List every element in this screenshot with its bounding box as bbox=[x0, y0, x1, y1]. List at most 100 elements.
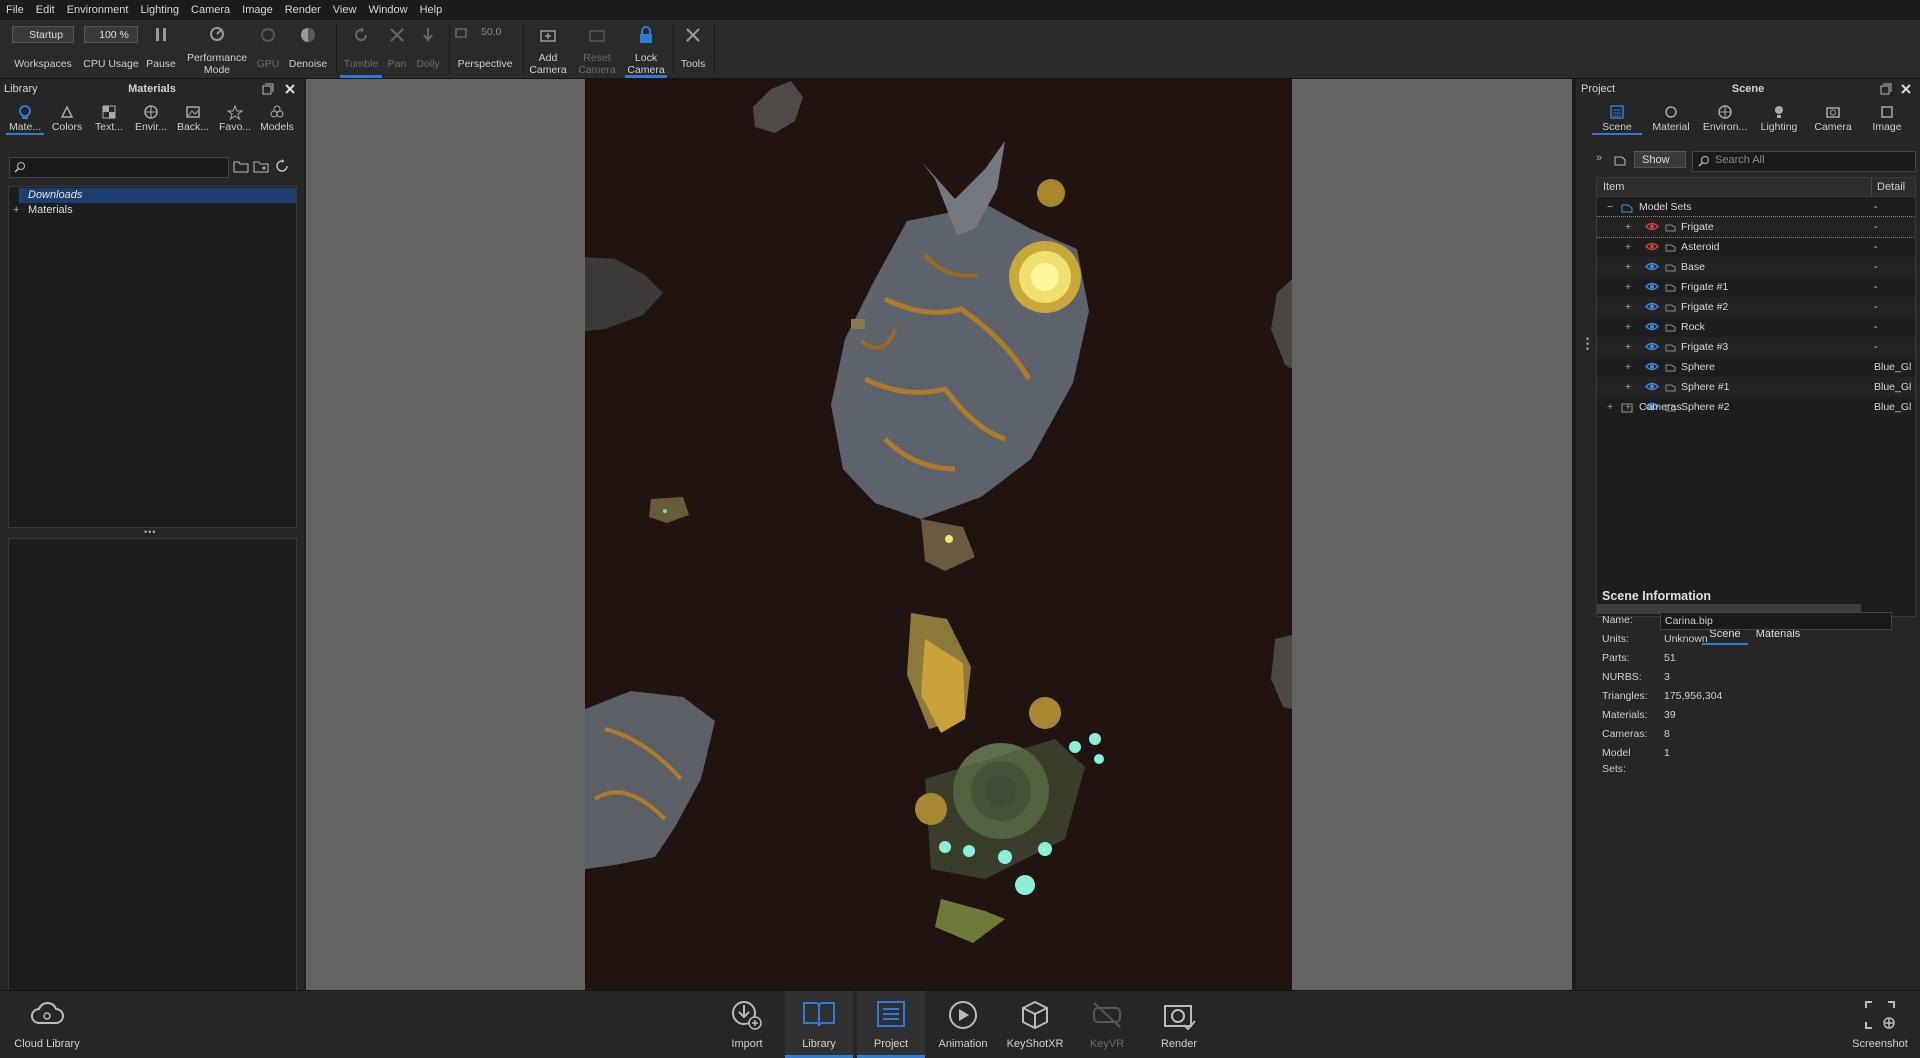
column-divider[interactable] bbox=[1871, 178, 1872, 196]
menu-camera[interactable]: Camera bbox=[185, 0, 236, 20]
tab-environments[interactable]: Envir... bbox=[130, 101, 172, 135]
expand-plus-icon[interactable]: + bbox=[1625, 377, 1631, 397]
menu-render[interactable]: Render bbox=[279, 0, 327, 20]
tab-material[interactable]: Material bbox=[1644, 101, 1698, 135]
expand-plus-icon[interactable]: + bbox=[1607, 397, 1613, 417]
import-button[interactable]: Import bbox=[713, 991, 781, 1058]
keyvr-button[interactable]: KeyVR bbox=[1073, 991, 1141, 1058]
tab-materials[interactable]: Mate... bbox=[4, 101, 46, 135]
collapse-handle[interactable]: • • • bbox=[1586, 335, 1589, 354]
eye-icon[interactable] bbox=[1645, 382, 1659, 391]
expand-plus-icon[interactable]: + bbox=[1625, 237, 1631, 257]
menu-view[interactable]: View bbox=[327, 0, 363, 20]
pan-button[interactable]: Pan bbox=[384, 20, 410, 78]
denoise-button[interactable]: Denoise bbox=[284, 20, 332, 78]
menu-edit[interactable]: Edit bbox=[30, 0, 61, 20]
dolly-button[interactable]: Dolly bbox=[410, 20, 446, 78]
splitter-handle[interactable]: ••• bbox=[144, 527, 156, 537]
add-model-set-icon[interactable] bbox=[1612, 153, 1628, 167]
show-filter-select[interactable]: Show bbox=[1634, 151, 1686, 168]
perspective-control[interactable]: 50.0 Perspective bbox=[451, 20, 519, 78]
float-panel-icon[interactable] bbox=[1880, 83, 1892, 95]
scene-name-field[interactable]: Carina.bip bbox=[1660, 612, 1892, 630]
tree-row-model-set[interactable]: + Frigate #3 - bbox=[1597, 337, 1915, 357]
eye-icon[interactable] bbox=[1645, 302, 1659, 311]
column-detail[interactable]: Detail bbox=[1877, 178, 1905, 196]
folder-add-icon[interactable] bbox=[253, 159, 269, 173]
menu-image[interactable]: Image bbox=[236, 0, 279, 20]
pause-button[interactable]: Pause bbox=[142, 20, 180, 78]
tree-row-model-set[interactable]: + Rock - bbox=[1597, 317, 1915, 337]
eye-hidden-icon[interactable] bbox=[1645, 242, 1659, 251]
eye-icon[interactable] bbox=[1645, 342, 1659, 351]
fov-value[interactable]: 50.0 bbox=[481, 26, 501, 38]
tree-row-model-sets[interactable]: − Model Sets - bbox=[1597, 197, 1915, 217]
library-button[interactable]: Library bbox=[785, 991, 853, 1058]
tree-row-cameras[interactable]: + Cameras bbox=[1597, 397, 1915, 417]
refresh-icon[interactable] bbox=[275, 159, 289, 173]
lock-camera-button[interactable]: Lock Camera bbox=[623, 20, 669, 78]
tab-colors[interactable]: Colors bbox=[46, 101, 88, 135]
cloud-library-button[interactable]: Cloud Library bbox=[8, 991, 86, 1058]
render-button[interactable]: Render bbox=[1145, 991, 1213, 1058]
project-button[interactable]: Project bbox=[857, 991, 925, 1058]
tree-item-materials[interactable]: Materials bbox=[28, 203, 73, 218]
expand-plus-icon[interactable]: + bbox=[1625, 317, 1631, 337]
render-canvas[interactable] bbox=[585, 79, 1292, 990]
float-panel-icon[interactable] bbox=[262, 83, 274, 95]
expand-plus-icon[interactable]: + bbox=[13, 203, 19, 218]
expand-plus-icon[interactable]: + bbox=[1625, 217, 1631, 237]
menu-file[interactable]: File bbox=[0, 0, 30, 20]
cpu-usage-control[interactable]: 100 % CPU Usage bbox=[80, 20, 142, 78]
screenshot-button[interactable]: Screenshot bbox=[1842, 991, 1918, 1058]
reset-camera-button[interactable]: Reset Camera bbox=[573, 20, 621, 78]
column-item[interactable]: Item bbox=[1603, 178, 1624, 196]
gpu-button[interactable]: GPU bbox=[252, 20, 284, 78]
expand-plus-icon[interactable]: + bbox=[1625, 337, 1631, 357]
tab-image[interactable]: Image bbox=[1860, 101, 1914, 135]
tab-favorites[interactable]: Favo... bbox=[214, 101, 256, 135]
folder-icon[interactable] bbox=[233, 159, 249, 173]
menu-environment[interactable]: Environment bbox=[61, 0, 135, 20]
tree-row-model-set[interactable]: + Frigate #1 - bbox=[1597, 277, 1915, 297]
tree-row-model-set[interactable]: + Frigate #2 - bbox=[1597, 297, 1915, 317]
tab-environment[interactable]: Environ... bbox=[1698, 101, 1752, 135]
tree-item-downloads[interactable]: Downloads bbox=[28, 188, 82, 203]
menu-help[interactable]: Help bbox=[414, 0, 449, 20]
tab-backplates[interactable]: Back... bbox=[172, 101, 214, 135]
tab-models[interactable]: Models bbox=[256, 101, 298, 135]
eye-icon[interactable] bbox=[1645, 282, 1659, 291]
tree-row-model-set[interactable]: + Base - bbox=[1597, 257, 1915, 277]
eye-hidden-icon[interactable] bbox=[1645, 222, 1659, 231]
cpu-usage-select[interactable]: 100 % bbox=[84, 26, 138, 43]
menu-window[interactable]: Window bbox=[362, 0, 413, 20]
eye-icon[interactable] bbox=[1645, 322, 1659, 331]
expand-plus-icon[interactable]: + bbox=[1625, 277, 1631, 297]
close-icon[interactable] bbox=[284, 83, 296, 95]
close-icon[interactable] bbox=[1900, 83, 1912, 95]
viewport-area[interactable] bbox=[306, 79, 1572, 990]
animation-button[interactable]: Animation bbox=[929, 991, 997, 1058]
tab-lighting[interactable]: Lighting bbox=[1752, 101, 1806, 135]
collapse-minus-icon[interactable]: − bbox=[1607, 197, 1613, 217]
tree-row-model-set[interactable]: + Asteroid - bbox=[1597, 237, 1915, 257]
scene-search-input[interactable]: Search All bbox=[1692, 151, 1916, 172]
menu-lighting[interactable]: Lighting bbox=[134, 0, 185, 20]
tumble-button[interactable]: Tumble bbox=[338, 20, 384, 78]
library-search-input[interactable] bbox=[9, 157, 229, 178]
expand-plus-icon[interactable]: + bbox=[1625, 297, 1631, 317]
performance-mode-button[interactable]: Performance Mode bbox=[182, 20, 252, 78]
workspaces-control[interactable]: Startup Workspaces bbox=[8, 20, 78, 78]
add-camera-button[interactable]: Add Camera bbox=[525, 20, 571, 78]
tree-row-model-set[interactable]: + Frigate - bbox=[1597, 216, 1915, 238]
tree-row-model-set[interactable]: + Sphere Blue_Gl bbox=[1597, 357, 1915, 377]
tab-textures[interactable]: Text... bbox=[88, 101, 130, 135]
tab-camera[interactable]: Camera bbox=[1806, 101, 1860, 135]
tools-button[interactable]: Tools bbox=[675, 20, 711, 78]
tab-scene[interactable]: Scene bbox=[1590, 101, 1644, 135]
eye-icon[interactable] bbox=[1645, 362, 1659, 371]
keyshotxr-button[interactable]: KeyShotXR bbox=[1001, 991, 1069, 1058]
expand-plus-icon[interactable]: + bbox=[1625, 357, 1631, 377]
eye-icon[interactable] bbox=[1645, 262, 1659, 271]
tree-row-model-set[interactable]: + Sphere #1 Blue_Gl bbox=[1597, 377, 1915, 397]
